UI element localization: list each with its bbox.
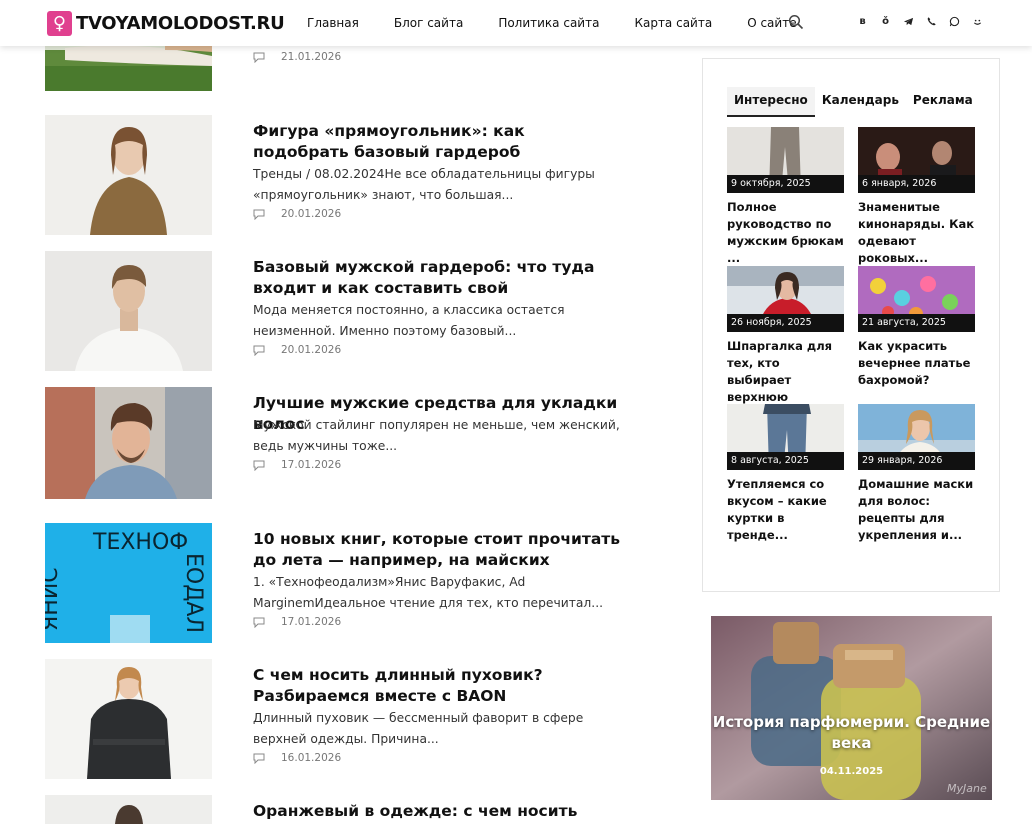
card-title[interactable]: Как украсить вечернее платье бахромой? (858, 338, 975, 389)
book-cover-text: ЯНИС (45, 567, 63, 631)
article-excerpt: Тренды / 08.02.2024Не все обладательницы… (253, 167, 595, 202)
article-thumbnail[interactable] (45, 659, 212, 779)
card-title[interactable]: Полное руководство по мужским брюкам ... (727, 199, 844, 267)
article-date: 20.01.2026 (281, 208, 342, 220)
book-cover-text: ТЕХНОФ (92, 530, 188, 555)
article-title[interactable]: 10 новых книг, которые стоит прочитать д… (253, 529, 623, 571)
comment-icon (253, 345, 265, 356)
widget-card[interactable]: 6 января, 2026 Знаменитые кинонаряды. Ка… (858, 127, 975, 265)
article-meta: 17.01.2026 (253, 616, 341, 628)
article-thumbnail[interactable] (45, 387, 212, 499)
tab-ads[interactable]: Реклама (906, 87, 980, 117)
widget-card[interactable]: 21 августа, 2025 Как украсить вечернее п… (858, 266, 975, 390)
card-date: 9 октября, 2025 (727, 175, 844, 193)
site-logo[interactable]: TVOYAMOLODOST.RU (47, 10, 285, 36)
article-title[interactable]: Оранжевый в одежде: с чем носить самый (253, 801, 623, 824)
list-item[interactable]: Лучшие мужские средства для укладки воло… (45, 387, 635, 499)
widget-card[interactable]: 8 августа, 2025 Утепляемся со вкусом – к… (727, 404, 844, 542)
nav-sitemap[interactable]: Карта сайта (634, 16, 712, 30)
widget-card[interactable]: 26 ноября, 2025 Шпаргалка для тех, кто в… (727, 266, 844, 421)
card-date: 21 августа, 2025 (858, 314, 975, 332)
nav-home[interactable]: Главная (307, 16, 359, 30)
card-date: 29 января, 2026 (858, 452, 975, 470)
card-date: 8 августа, 2025 (727, 452, 844, 470)
promo-date: 04.11.2025 (819, 766, 884, 777)
promo-title[interactable]: История парфюмерии. Средние века (711, 712, 992, 754)
promo-card[interactable]: История парфюмерии. Средние века 04.11.2… (711, 616, 992, 800)
article-excerpt: Длинный пуховик — бессменный фаворит в с… (253, 711, 584, 746)
article-excerpt: Мужской стайлинг популярен не меньше, че… (253, 418, 620, 453)
article-date: 16.01.2026 (281, 752, 342, 764)
logo-text: TVOYAMOLODOST.RU (76, 12, 285, 34)
vk-smile-icon[interactable] (972, 15, 983, 28)
ok-icon[interactable]: ǒ (880, 15, 891, 28)
article-thumbnail[interactable] (45, 115, 212, 235)
promo-watermark: MyJane (947, 782, 987, 795)
telegram-icon[interactable] (903, 15, 914, 28)
article-meta: 21.01.2026 (253, 51, 341, 63)
list-item[interactable]: С чем носить длинный пуховик? Разбираемс… (45, 659, 635, 779)
comment-icon (253, 52, 265, 63)
article-thumbnail[interactable] (45, 251, 212, 371)
nav-policy[interactable]: Политика сайта (498, 16, 599, 30)
card-title[interactable]: Домашние маски для волос: рецепты для ук… (858, 476, 975, 544)
article-meta: 17.01.2026 (253, 459, 341, 471)
main-nav: Главная Блог сайта Политика сайта Карта … (307, 0, 832, 46)
article-title[interactable]: Фигура «прямоугольник»: как подобрать ба… (253, 121, 623, 163)
comment-icon (253, 209, 265, 220)
article-meta: 16.01.2026 (253, 752, 341, 764)
comment-icon (253, 753, 265, 764)
card-title[interactable]: Утепляемся со вкусом – какие куртки в тр… (727, 476, 844, 544)
article-thumbnail[interactable] (45, 795, 212, 824)
list-item[interactable]: ТЕХНОФ ЕОДАЛ ЯНИС 10 новых книг, которые… (45, 523, 635, 643)
article-thumbnail[interactable]: ТЕХНОФ ЕОДАЛ ЯНИС (45, 523, 212, 643)
widget-card[interactable]: 9 октября, 2025 Полное руководство по му… (727, 127, 844, 265)
article-date: 21.01.2026 (281, 51, 342, 63)
vk-icon[interactable]: в (857, 15, 868, 28)
widget-tabs: Интересно Календарь Реклама (727, 87, 980, 117)
social-links: в ǒ (857, 15, 995, 28)
article-excerpt: Мода меняется постоянно, а классика оста… (253, 303, 565, 338)
site-header: TVOYAMOLODOST.RU Главная Блог сайта Поли… (0, 0, 1032, 46)
article-meta: 20.01.2026 (253, 344, 341, 356)
book-cover-text: ЕОДАЛ (181, 553, 206, 633)
search-icon[interactable] (788, 14, 804, 30)
article-title[interactable]: С чем носить длинный пуховик? Разбираемс… (253, 665, 623, 707)
card-title[interactable]: Знаменитые кинонаряды. Как одевают роков… (858, 199, 975, 267)
list-item[interactable]: Оранжевый в одежде: с чем носить самый (45, 795, 635, 824)
list-item[interactable]: Фигура «прямоугольник»: как подобрать ба… (45, 115, 635, 235)
logo-female-icon (47, 10, 72, 36)
article-meta: 20.01.2026 (253, 208, 341, 220)
card-date: 26 ноября, 2025 (727, 314, 844, 332)
nav-blog[interactable]: Блог сайта (394, 16, 463, 30)
viber-icon[interactable] (926, 15, 937, 28)
comment-icon (253, 460, 265, 471)
sidebar-widget: Интересно Календарь Реклама 9 октября, 2… (702, 58, 1000, 592)
tab-interesting[interactable]: Интересно (727, 87, 815, 117)
article-date: 17.01.2026 (281, 616, 342, 628)
article-title[interactable]: Базовый мужской гардероб: что туда входи… (253, 257, 623, 299)
list-item[interactable]: Базовый мужской гардероб: что туда входи… (45, 251, 635, 371)
article-date: 17.01.2026 (281, 459, 342, 471)
article-excerpt: 1. «Технофеодализм»Янис Варуфакис, Ad Ma… (253, 575, 604, 610)
whatsapp-icon[interactable] (949, 15, 960, 28)
comment-icon (253, 617, 265, 628)
tab-calendar[interactable]: Календарь (815, 87, 906, 117)
article-date: 20.01.2026 (281, 344, 342, 356)
widget-card[interactable]: 29 января, 2026 Домашние маски для волос… (858, 404, 975, 542)
card-date: 6 января, 2026 (858, 175, 975, 193)
